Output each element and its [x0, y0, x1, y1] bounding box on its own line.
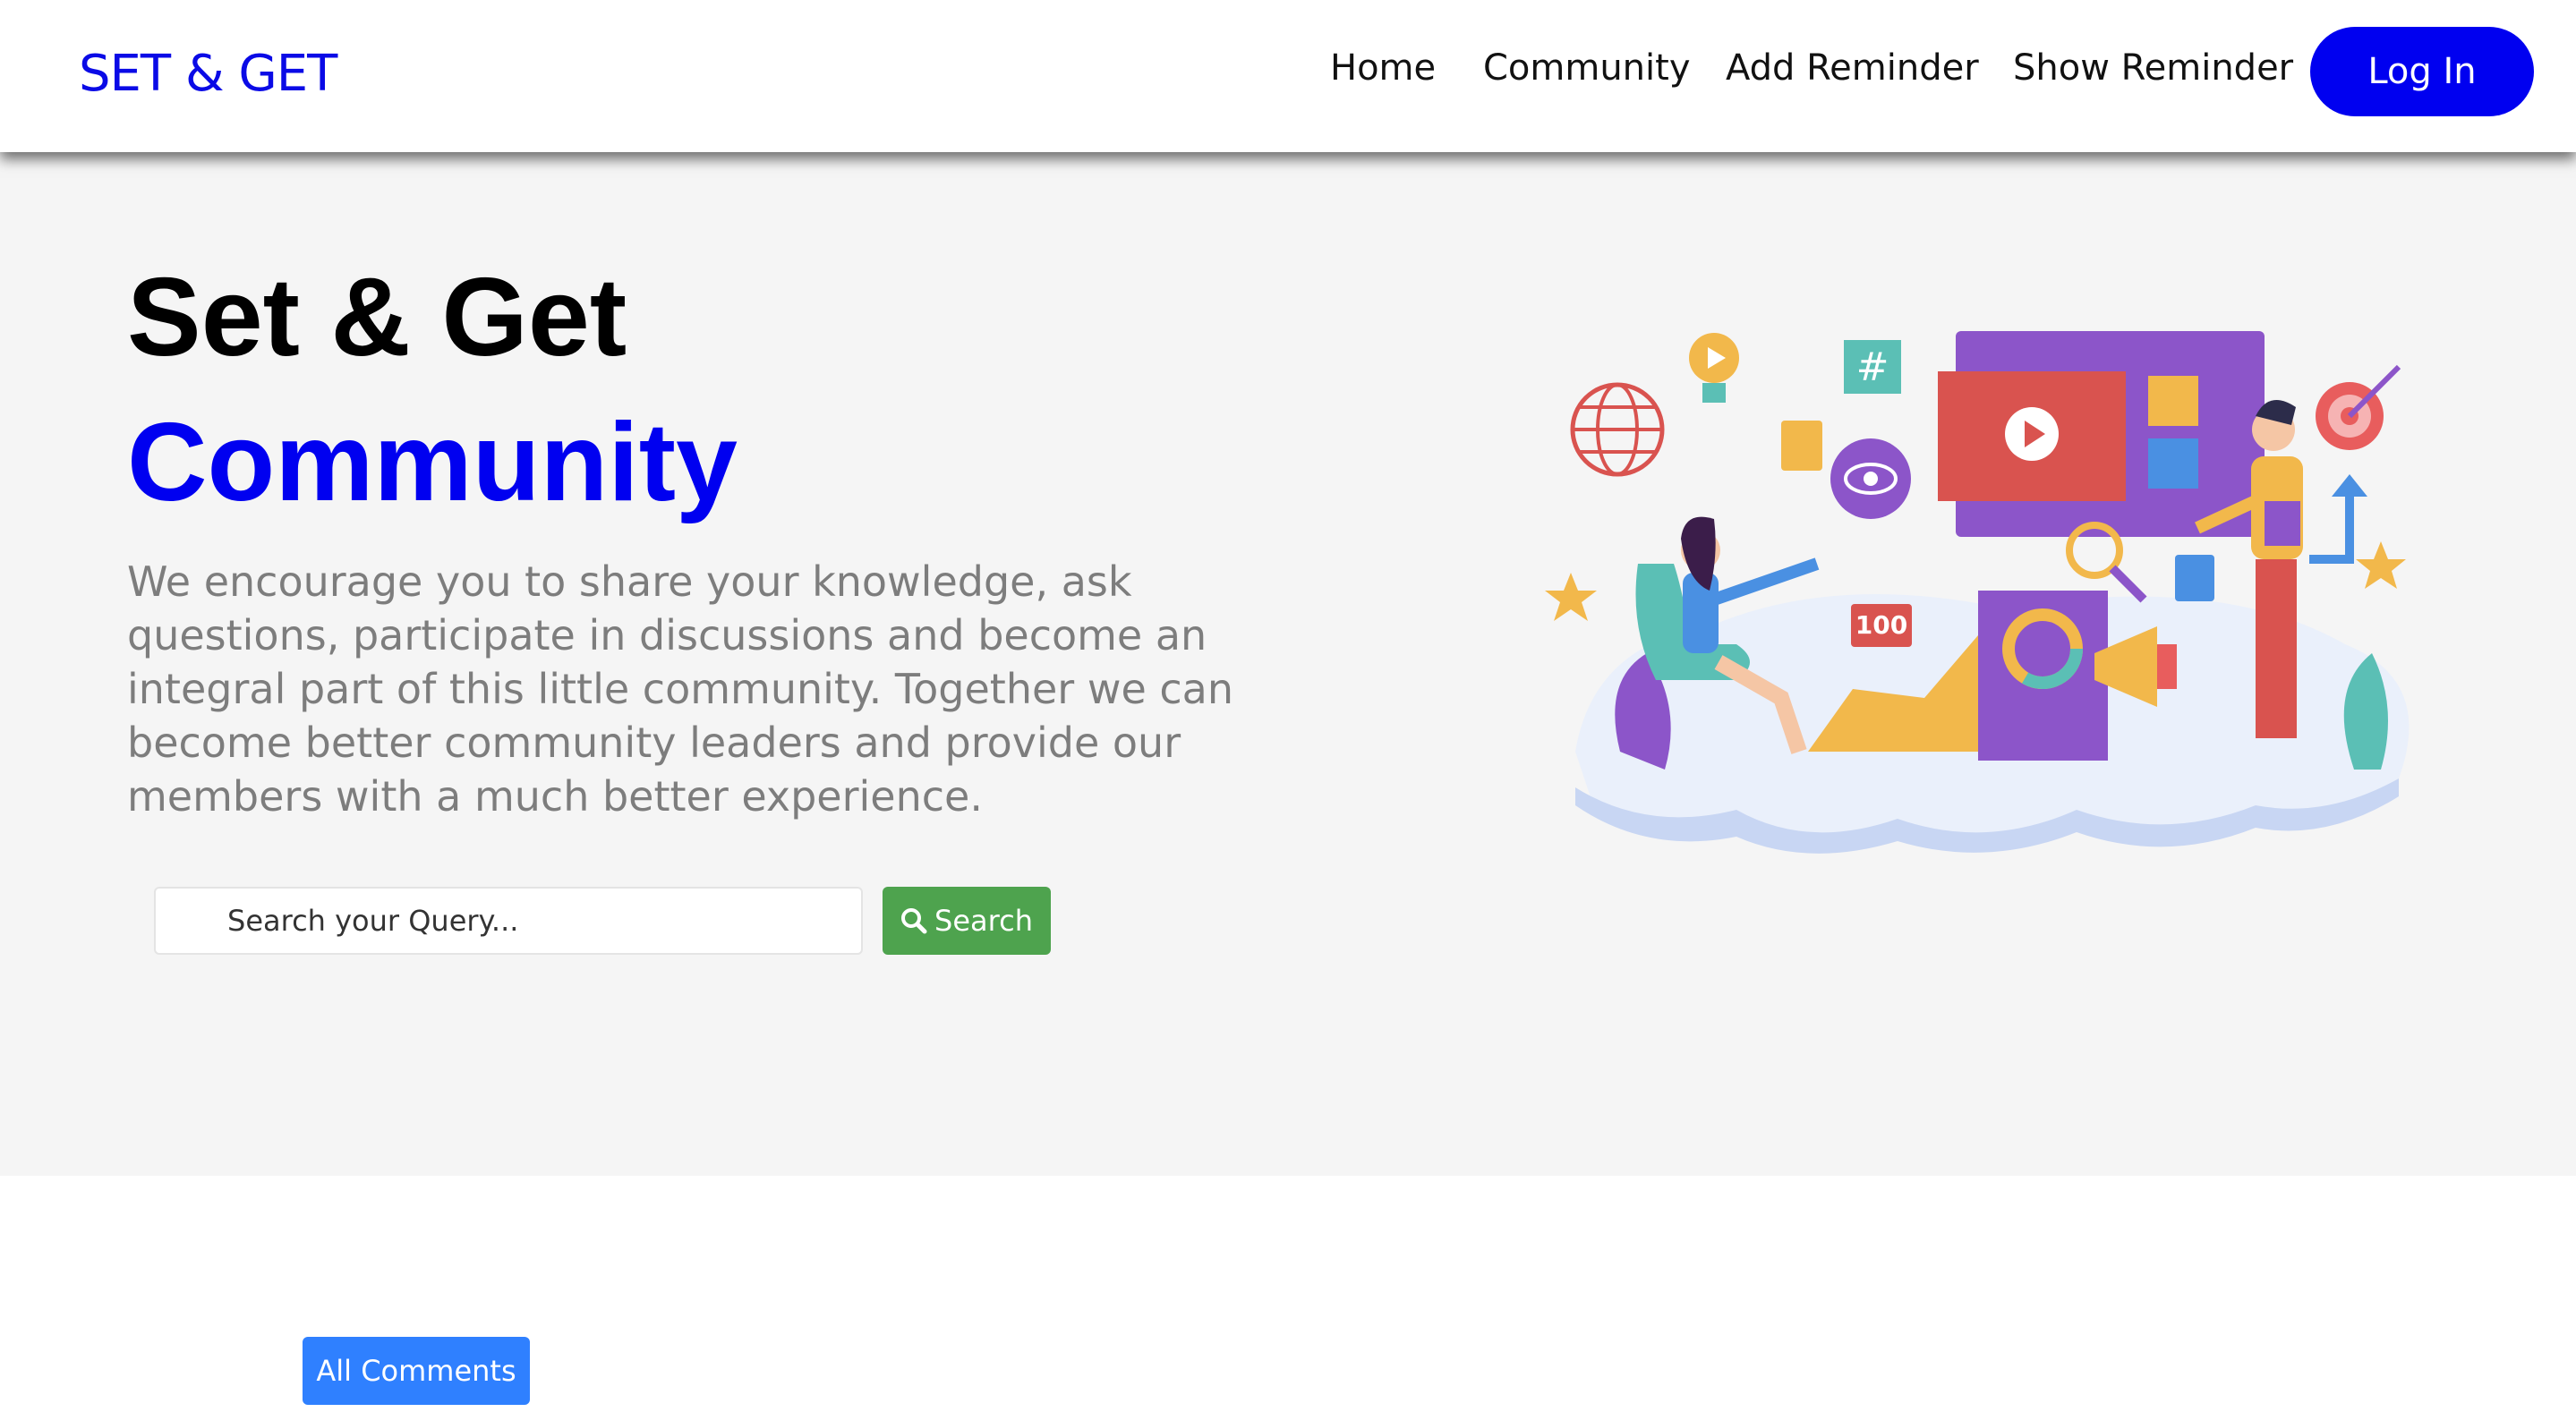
svg-text:#: # [1856, 344, 1889, 390]
hero-description: We encourage you to share your knowledge… [127, 557, 1234, 821]
search-button[interactable]: Search [883, 887, 1051, 955]
avatar-icon [2148, 438, 2198, 489]
globe-icon [1570, 382, 1665, 477]
login-button[interactable]: Log In [2310, 27, 2534, 116]
hero-section: Set & Get Community We encourage you to … [0, 152, 2576, 1176]
community-illustration: # 100 [1545, 331, 2410, 854]
nav-add-reminder-link[interactable]: Add Reminder [1726, 43, 1979, 93]
navbar: SET & GET Home Community Add Reminder Sh… [0, 0, 2576, 152]
search-icon [901, 908, 927, 934]
search-button-label: Search [934, 904, 1033, 938]
nav-home-link[interactable]: Home [1330, 43, 1436, 93]
document-icon [2175, 555, 2214, 601]
hero-title-line1: Set & Get [127, 256, 627, 379]
star-left-icon [1545, 573, 1597, 621]
brand-logo[interactable]: SET & GET [79, 43, 337, 106]
lightbulb-icon [1689, 333, 1739, 403]
document-icon [1781, 421, 1822, 471]
nav-show-reminder-link[interactable]: Show Reminder [2013, 43, 2293, 93]
all-comments-button[interactable]: All Comments [303, 1337, 530, 1405]
hero-title-line2: Community [127, 401, 738, 524]
search-input[interactable] [154, 887, 863, 955]
nav-community-link[interactable]: Community [1483, 43, 1691, 93]
arrow-up-icon [2309, 474, 2367, 564]
avatar-icon [2148, 376, 2198, 426]
star-right-icon [2356, 541, 2406, 589]
svg-text:100: 100 [1855, 610, 1907, 640]
